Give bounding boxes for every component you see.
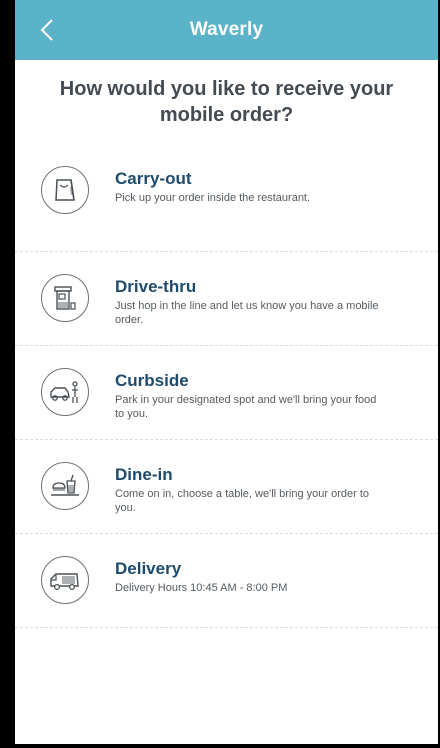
option-delivery[interactable]: Delivery Delivery Hours 10:45 AM - 8:00 … bbox=[15, 534, 438, 628]
option-title: Drive-thru bbox=[115, 277, 197, 296]
option-description: Pick up your order inside the restaurant… bbox=[115, 192, 311, 204]
option-curbside[interactable]: Curbside Park in your designated spot an… bbox=[15, 346, 438, 440]
option-description: Park in your designated spot and we'll b… bbox=[115, 394, 377, 420]
option-carry-out[interactable]: Carry-out Pick up your order inside the … bbox=[15, 156, 438, 252]
food-on-table-icon bbox=[41, 462, 89, 510]
back-button[interactable] bbox=[31, 10, 63, 50]
option-dine-in[interactable]: Dine-in Come on in, choose a table, we'l… bbox=[15, 440, 438, 534]
option-title: Dine-in bbox=[115, 465, 173, 484]
page-question: How would you like to receive your mobil… bbox=[59, 78, 394, 126]
option-title: Carry-out bbox=[115, 169, 192, 188]
option-description: Just hop in the line and let us know you… bbox=[115, 300, 379, 326]
drive-thru-window-icon bbox=[41, 274, 89, 322]
car-with-person-icon bbox=[41, 368, 89, 416]
app-screen: Waverly How would you like to receive yo… bbox=[15, 0, 438, 744]
option-description: Come on in, choose a table, we'll bring … bbox=[115, 488, 370, 514]
order-method-list: Carry-out Pick up your order inside the … bbox=[15, 156, 438, 628]
option-title: Curbside bbox=[115, 371, 189, 390]
option-description: Delivery Hours 10:45 AM - 8:00 PM bbox=[115, 582, 288, 594]
bag-icon bbox=[41, 166, 89, 214]
option-drive-thru[interactable]: Drive-thru Just hop in the line and let … bbox=[15, 252, 438, 346]
option-title: Delivery bbox=[115, 559, 182, 578]
header-bar: Waverly bbox=[15, 0, 438, 60]
delivery-van-icon bbox=[41, 556, 89, 604]
chevron-left-icon bbox=[40, 19, 53, 41]
header-title: Waverly bbox=[189, 19, 264, 40]
